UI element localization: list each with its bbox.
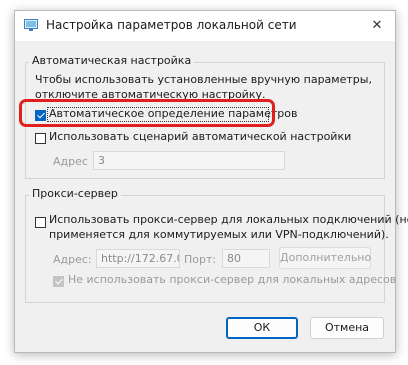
- proxy-group-label: Прокси-сервер: [29, 187, 121, 200]
- use-proxy-label-line2[interactable]: применяется для коммутируемых или VPN-по…: [49, 228, 389, 241]
- ok-button[interactable]: ОК: [226, 317, 298, 339]
- bypass-local-label: Не использовать прокси-сервер для локаль…: [68, 273, 397, 286]
- use-script-label[interactable]: Использовать сценарий автоматической нас…: [49, 130, 351, 143]
- proxy-address-input[interactable]: http://172.67.0.: [96, 249, 180, 268]
- close-icon: ✕: [371, 18, 383, 33]
- use-script-checkbox[interactable]: [35, 133, 46, 144]
- bypass-local-checkbox[interactable]: [53, 276, 64, 287]
- proxy-port-input[interactable]: 80: [222, 249, 270, 268]
- window-title: Настройка параметров локальной сети: [46, 18, 297, 32]
- script-address-input[interactable]: 3: [93, 151, 285, 170]
- use-proxy-checkbox[interactable]: [35, 217, 46, 228]
- use-proxy-label-line1[interactable]: Использовать прокси-сервер для локальных…: [49, 213, 408, 226]
- network-settings-icon: [24, 19, 38, 31]
- proxy-address-label: Адрес:: [53, 253, 92, 266]
- script-address-label: Адрес: [53, 155, 88, 168]
- title-bar: Настройка параметров локальной сети ✕: [15, 11, 395, 41]
- close-button[interactable]: ✕: [365, 15, 389, 37]
- auto-config-description-line1: Чтобы использовать установленные вручную…: [35, 73, 372, 86]
- cancel-button[interactable]: Отмена: [310, 317, 384, 339]
- advanced-button[interactable]: Дополнительно: [279, 247, 371, 269]
- proxy-port-label: Порт:: [184, 253, 217, 266]
- auto-detect-highlight: [19, 99, 275, 127]
- auto-config-group-label: Автоматическая настройка: [29, 54, 195, 67]
